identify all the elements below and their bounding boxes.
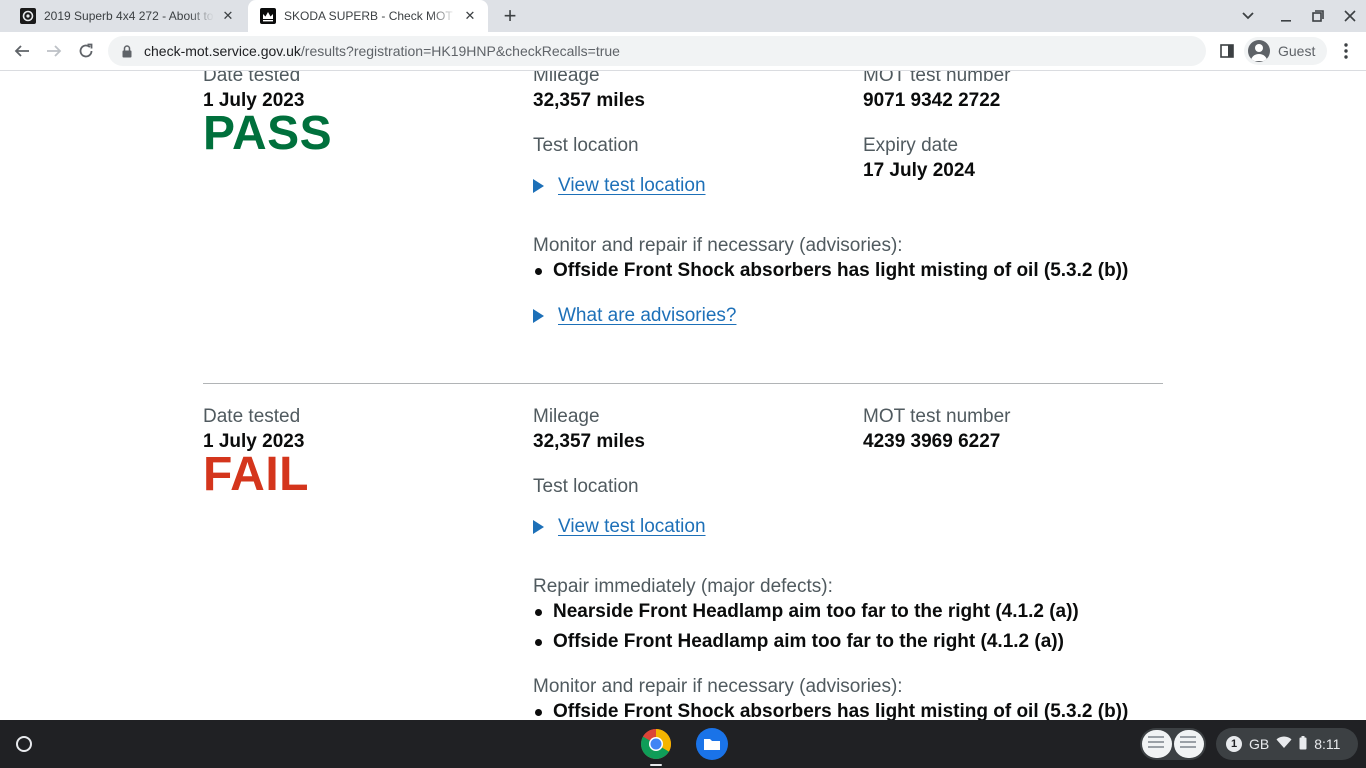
mot-test-number-label: MOT test number <box>863 406 1011 427</box>
profile-label: Guest <box>1278 43 1316 59</box>
mot-record-pass: Date tested 1 July 2023 PASS Mileage 32,… <box>203 71 1163 365</box>
major-defect-item: Offside Front Headlamp aim too far to th… <box>533 631 1064 653</box>
battery-icon <box>1299 735 1307 753</box>
screenshot-thumbnail[interactable] <box>1142 730 1172 758</box>
view-test-location-toggle[interactable]: View test location <box>533 175 706 197</box>
keyboard-layout-label: GB <box>1249 736 1270 752</box>
tab-search-icon[interactable] <box>1232 4 1264 28</box>
view-test-location-link[interactable]: View test location <box>558 175 706 197</box>
more-menu-icon[interactable] <box>1332 37 1360 65</box>
new-tab-icon[interactable]: + <box>498 3 522 28</box>
url-path: /results?registration=HK19HNP&checkRecal… <box>300 43 620 59</box>
holding-space-tray[interactable] <box>1140 728 1206 760</box>
mileage-value: 32,357 miles <box>533 431 645 452</box>
tab-title: SKODA SUPERB - Check MOT his <box>284 9 456 23</box>
guest-avatar-icon <box>1248 40 1270 62</box>
url-host: check-mot.service.gov.uk <box>144 43 301 59</box>
mot-test-number-value: 9071 9342 2722 <box>863 90 1001 111</box>
mileage-value: 32,357 miles <box>533 90 645 111</box>
tab-superb-forum[interactable]: 2019 Superb 4x4 272 - About to ✕ <box>8 0 246 32</box>
advisories-label: Monitor and repair if necessary (advisor… <box>533 676 903 697</box>
restore-icon[interactable] <box>1302 4 1334 28</box>
browser-toolbar: check-mot.service.gov.uk/results?registr… <box>0 32 1366 71</box>
launcher-icon[interactable] <box>8 728 40 760</box>
wifi-icon <box>1276 736 1292 752</box>
close-window-icon[interactable] <box>1334 4 1366 28</box>
screenshot-thumbnail[interactable] <box>1174 730 1204 758</box>
page-content: Date tested 1 July 2023 PASS Mileage 32,… <box>0 71 1366 720</box>
view-test-location-link[interactable]: View test location <box>558 516 706 538</box>
forward-arrow-icon[interactable] <box>40 37 68 65</box>
running-indicator <box>650 764 662 766</box>
profile-button[interactable]: Guest <box>1244 37 1328 65</box>
record-divider <box>203 383 1163 384</box>
back-arrow-icon[interactable] <box>8 37 36 65</box>
result-fail: FAIL <box>203 448 309 501</box>
date-tested-label: Date tested <box>203 71 301 86</box>
chrome-icon[interactable] <box>638 726 674 766</box>
expiry-date-label: Expiry date <box>863 135 959 156</box>
advisory-item: Offside Front Shock absorbers has light … <box>533 701 1128 720</box>
mot-record-fail: Date tested 1 July 2023 FAIL Mileage 32,… <box>203 406 1163 720</box>
what-are-advisories-toggle[interactable]: What are advisories? <box>533 305 736 327</box>
address-bar[interactable]: check-mot.service.gov.uk/results?registr… <box>108 36 1206 66</box>
clock: 8:11 <box>1314 736 1341 752</box>
mot-test-number-label: MOT test number <box>863 71 1011 86</box>
date-tested-label: Date tested <box>203 406 301 427</box>
expiry-date-value: 17 July 2024 <box>863 160 975 181</box>
mileage-label: Mileage <box>533 71 600 86</box>
mot-test-number-value: 4239 3969 6227 <box>863 431 1001 452</box>
result-pass: PASS <box>203 107 333 160</box>
advisory-item: Offside Front Shock absorbers has light … <box>533 260 1128 282</box>
expand-triangle-icon <box>533 309 544 323</box>
test-location-label: Test location <box>533 476 639 497</box>
tab-title: 2019 Superb 4x4 272 - About to <box>44 9 214 23</box>
view-test-location-toggle[interactable]: View test location <box>533 516 706 538</box>
mileage-label: Mileage <box>533 406 600 427</box>
reload-icon[interactable] <box>72 37 100 65</box>
major-defect-item: Nearside Front Headlamp aim too far to t… <box>533 601 1079 623</box>
notification-count-badge: 1 <box>1226 736 1242 752</box>
tab-check-mot[interactable]: SKODA SUPERB - Check MOT his ✕ <box>248 0 488 32</box>
files-icon[interactable] <box>694 726 730 762</box>
camera-icon <box>20 8 36 24</box>
os-shelf: 1 GB 8:11 <box>0 720 1366 768</box>
crown-icon <box>260 8 276 24</box>
advisories-label: Monitor and repair if necessary (advisor… <box>533 235 903 256</box>
side-panel-icon[interactable] <box>1216 40 1238 62</box>
close-tab-icon[interactable]: ✕ <box>462 8 478 24</box>
status-tray[interactable]: 1 GB 8:11 <box>1216 728 1358 760</box>
major-defects-label: Repair immediately (major defects): <box>533 576 833 597</box>
expand-triangle-icon <box>533 179 544 193</box>
close-tab-icon[interactable]: ✕ <box>220 8 236 24</box>
test-location-label: Test location <box>533 135 639 156</box>
what-are-advisories-link[interactable]: What are advisories? <box>558 305 736 327</box>
minimize-icon[interactable] <box>1270 4 1302 28</box>
expand-triangle-icon <box>533 520 544 534</box>
lock-icon[interactable] <box>120 44 134 58</box>
tab-strip: 2019 Superb 4x4 272 - About to ✕ SKODA S… <box>0 0 1366 32</box>
